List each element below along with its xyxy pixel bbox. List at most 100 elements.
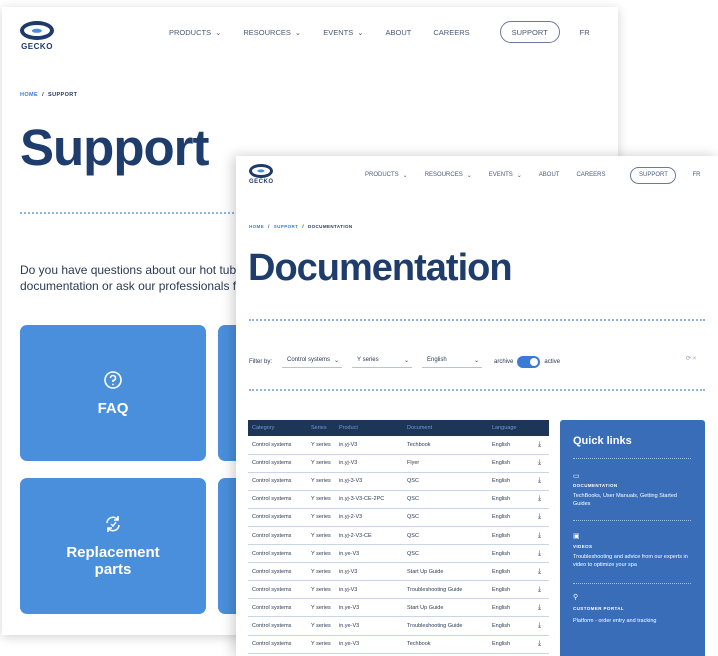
gecko-logo[interactable]: GECKO [249,164,274,185]
nav-events[interactable]: EVENTS ⌄ [489,172,522,179]
category-select[interactable]: Control systems ⌄ [282,357,343,368]
table-cell: in.yj-V3 [335,436,403,455]
active-label: active [544,359,561,365]
language-select-value: English [427,357,447,363]
download-icon[interactable]: ⤓ [530,454,549,473]
nav-resources[interactable]: RESOURCES ⌄ [243,28,301,37]
table-cell: Y series [307,616,335,636]
chevron-down-icon: ⌄ [473,357,480,364]
nav-careers[interactable]: CAREERS [433,28,469,37]
table-row[interactable]: Control systems Y series in.yj-3-V3 QSC Engl… [248,472,549,491]
nav-about[interactable]: ABOUT [386,28,412,37]
support-button[interactable]: SUPPORT [499,21,560,43]
chevron-down-icon: ⌄ [403,357,410,364]
download-icon[interactable]: ⤓ [530,635,549,654]
table-row[interactable]: Control systems Y series in.yj-2-V3-CE QSC E… [248,526,549,546]
table-row[interactable]: Control systems Y series in.ye-V3 QSC Englis… [248,544,549,564]
series-select-value: Y series [357,357,379,363]
column-header[interactable]: Product [335,420,403,436]
archive-label: archive [494,359,514,365]
download-icon[interactable]: ⤓ [530,580,549,600]
chevron-down-icon: ⌄ [357,27,364,37]
filter-label: Filter by: [249,359,273,365]
table-row[interactable]: Control systems Y series in.yj-2-V3 QSC Engl… [248,508,549,527]
faq-tile[interactable]: FAQ [20,325,206,461]
table-row[interactable]: Control systems Y series in.yj-V3 Troublesh… [248,580,549,600]
table-row[interactable]: Control systems Y series in.yj-V3 Techbook E… [248,436,549,455]
table-cell: Control systems [248,436,307,455]
question-circle-icon [104,370,122,389]
table-cell: English [488,472,530,491]
nav-events[interactable]: EVENTS ⌄ [323,28,363,37]
table-cell: Control systems [248,544,307,564]
quick-links-divider [573,583,691,584]
table-row[interactable]: Control systems Y series in.ye-V3 Techbook E… [248,635,549,654]
column-header[interactable]: Document [403,420,488,436]
column-header-download [530,420,549,436]
download-icon[interactable]: ⤓ [530,526,549,546]
download-icon[interactable]: ⤓ [530,508,549,527]
nav-careers[interactable]: CAREERS [576,172,605,178]
nav-about[interactable]: ABOUT [539,172,560,178]
download-icon[interactable]: ⤓ [530,544,549,564]
table-row[interactable]: Control systems Y series in.ye-V3 Troublesh… [248,616,549,636]
replacement-parts-tile[interactable]: Replacement parts [20,478,206,614]
download-icon[interactable]: ⤓ [530,436,549,455]
chevron-down-icon: ⌄ [466,172,472,179]
table-cell: Control systems [248,472,307,491]
table-cell: English [488,454,530,473]
column-header[interactable]: Category [248,420,307,436]
quick-links-title: Quick links [573,435,632,447]
gecko-logo[interactable]: GECKO [20,21,54,51]
table-row[interactable]: Control systems Y series in.yj-V3 Flyer Engl… [248,454,549,473]
table-cell: English [488,490,530,509]
table-cell: Y series [307,635,335,654]
archive-active-toggle[interactable] [517,356,541,368]
table-cell: Y series [307,526,335,546]
nav-resources[interactable]: RESOURCES ⌄ [425,172,472,179]
table-row[interactable]: Control systems Y series in.yj-3-V3-CE-2PC… [248,490,549,509]
download-icon[interactable]: ⤓ [530,490,549,509]
language-select[interactable]: English ⌄ [422,357,483,368]
breadcrumb-support[interactable]: SUPPORT [274,224,299,229]
download-icon[interactable]: ⤓ [530,472,549,491]
reset-filters-icon[interactable]: ⟳ × [686,355,696,362]
column-header[interactable]: Series [307,420,335,436]
table-row[interactable]: Control systems Y series in.yj-V3 Start Up … [248,562,549,582]
nav-events-label: EVENTS [323,27,354,37]
language-switch[interactable]: FR [580,28,590,37]
language-switch[interactable]: FR [692,172,700,178]
table-body: Control systems Y series in.yj-V3 Techbook E… [248,436,549,654]
table-cell: in.ye-V3 [335,598,403,618]
table-cell: English [488,436,530,455]
main-nav: PRODUCTS ⌄ RESOURCES ⌄ EVENTS ⌄ ABOUT CAREE… [169,21,590,43]
refresh-cycle-icon [106,516,120,532]
breadcrumb-current: SUPPORT [48,92,78,98]
series-select[interactable]: Y series ⌄ [352,357,413,368]
quick-link-heading: VIDEOS [573,544,593,549]
quick-links-panel: Quick links ▭ DOCUMENTATION TechBooks, U… [560,420,705,656]
quick-link-heading: DOCUMENTATION [573,483,618,488]
table-row[interactable]: Control systems Y series in.ye-V3 Start Up … [248,598,549,618]
table-cell: Troubleshooting Guide [403,616,488,636]
nav-products[interactable]: PRODUCTS ⌄ [365,172,408,179]
download-icon[interactable]: ⤓ [530,598,549,618]
table-cell: in.ye-V3 [335,616,403,636]
table-cell: English [488,635,530,654]
breadcrumb-home[interactable]: HOME [20,92,38,98]
column-header[interactable]: Language [488,420,530,436]
page-title: Support [20,119,209,176]
breadcrumb: HOME / SUPPORT / DOCUMENTATION [249,224,353,229]
support-button[interactable]: SUPPORT [630,166,677,184]
breadcrumb-home[interactable]: HOME [249,224,264,229]
user-icon: ⚲ [573,594,579,601]
download-icon[interactable]: ⤓ [530,562,549,582]
chevron-down-icon: ⌄ [215,27,222,37]
nav-products[interactable]: PRODUCTS ⌄ [169,28,221,37]
table-cell: QSC [403,526,488,546]
table-cell: English [488,598,530,618]
download-icon[interactable]: ⤓ [530,616,549,636]
table-cell: in.yj-V3 [335,562,403,582]
table-cell: in.yj-3-V3 [335,472,403,491]
table-cell: English [488,544,530,564]
